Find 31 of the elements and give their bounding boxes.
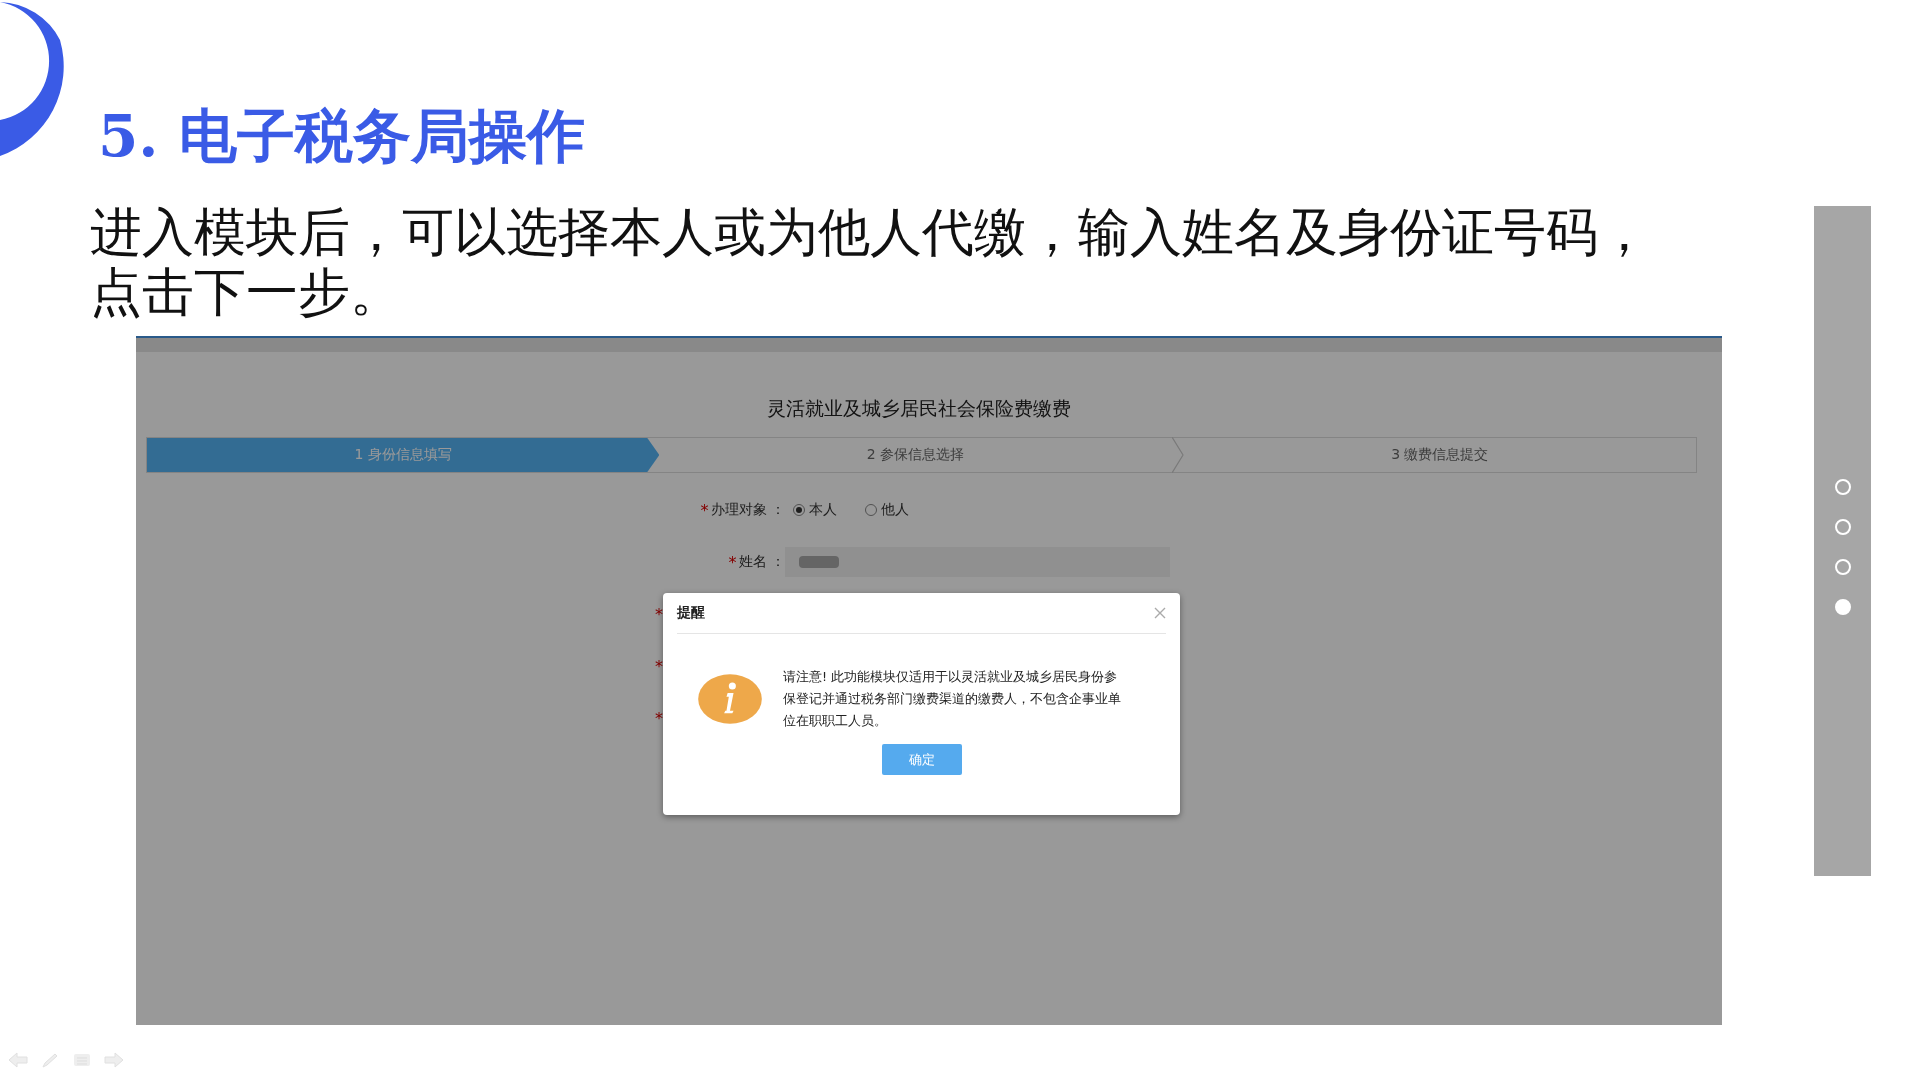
pen-icon[interactable]	[40, 1052, 60, 1068]
close-icon[interactable]	[1154, 607, 1166, 619]
step-tab[interactable]: 3 缴费信息提交	[1183, 438, 1696, 472]
chevron-divider-icon	[1171, 437, 1184, 473]
field-label: 姓名 ：	[738, 553, 785, 571]
required-mark: *	[700, 500, 709, 520]
required-mark: *	[655, 708, 663, 728]
slide-title: 5. 电子税务局操作	[98, 101, 585, 172]
required-mark: *	[655, 656, 663, 676]
dialog-title: 提醒	[677, 604, 705, 622]
back-arrow-icon[interactable]	[8, 1052, 28, 1068]
forward-arrow-icon[interactable]	[104, 1052, 124, 1068]
nav-dot[interactable]	[1834, 559, 1851, 575]
name-input-field[interactable]	[785, 547, 1170, 577]
dialog-message: 请注意! 此功能模块仅适用于以灵活就业及城乡居民身份参保登记并通过税务部门缴费渠道的缴费人，不包含企事业单位在职职工人员。	[783, 668, 1122, 730]
slide-text: 进入模块后，可以选择本人或为他人代缴，输入姓名及身份证号码，点击下一步。	[90, 202, 1651, 322]
field-label: 办理对象 ：	[710, 501, 785, 519]
page-title: 灵活就业及城乡居民社会保险费缴费	[766, 396, 1072, 420]
nav-dot[interactable]	[1834, 519, 1851, 535]
nav-dot[interactable]	[1834, 479, 1851, 495]
step-tab[interactable]: 2 参保信息选择	[659, 438, 1172, 472]
info-icon	[697, 673, 763, 725]
required-mark: *	[728, 552, 737, 572]
required-mark: *	[655, 604, 663, 624]
nav-dot[interactable]	[1834, 599, 1851, 615]
radio-option[interactable]: 本人	[793, 501, 837, 519]
radio-option[interactable]: 他人	[865, 501, 909, 519]
confirm-button[interactable]: 确定	[881, 744, 962, 775]
step-tab[interactable]: 1 身份信息填写	[147, 438, 660, 472]
blurred-value	[799, 556, 839, 568]
menu-icon[interactable]	[72, 1052, 92, 1068]
